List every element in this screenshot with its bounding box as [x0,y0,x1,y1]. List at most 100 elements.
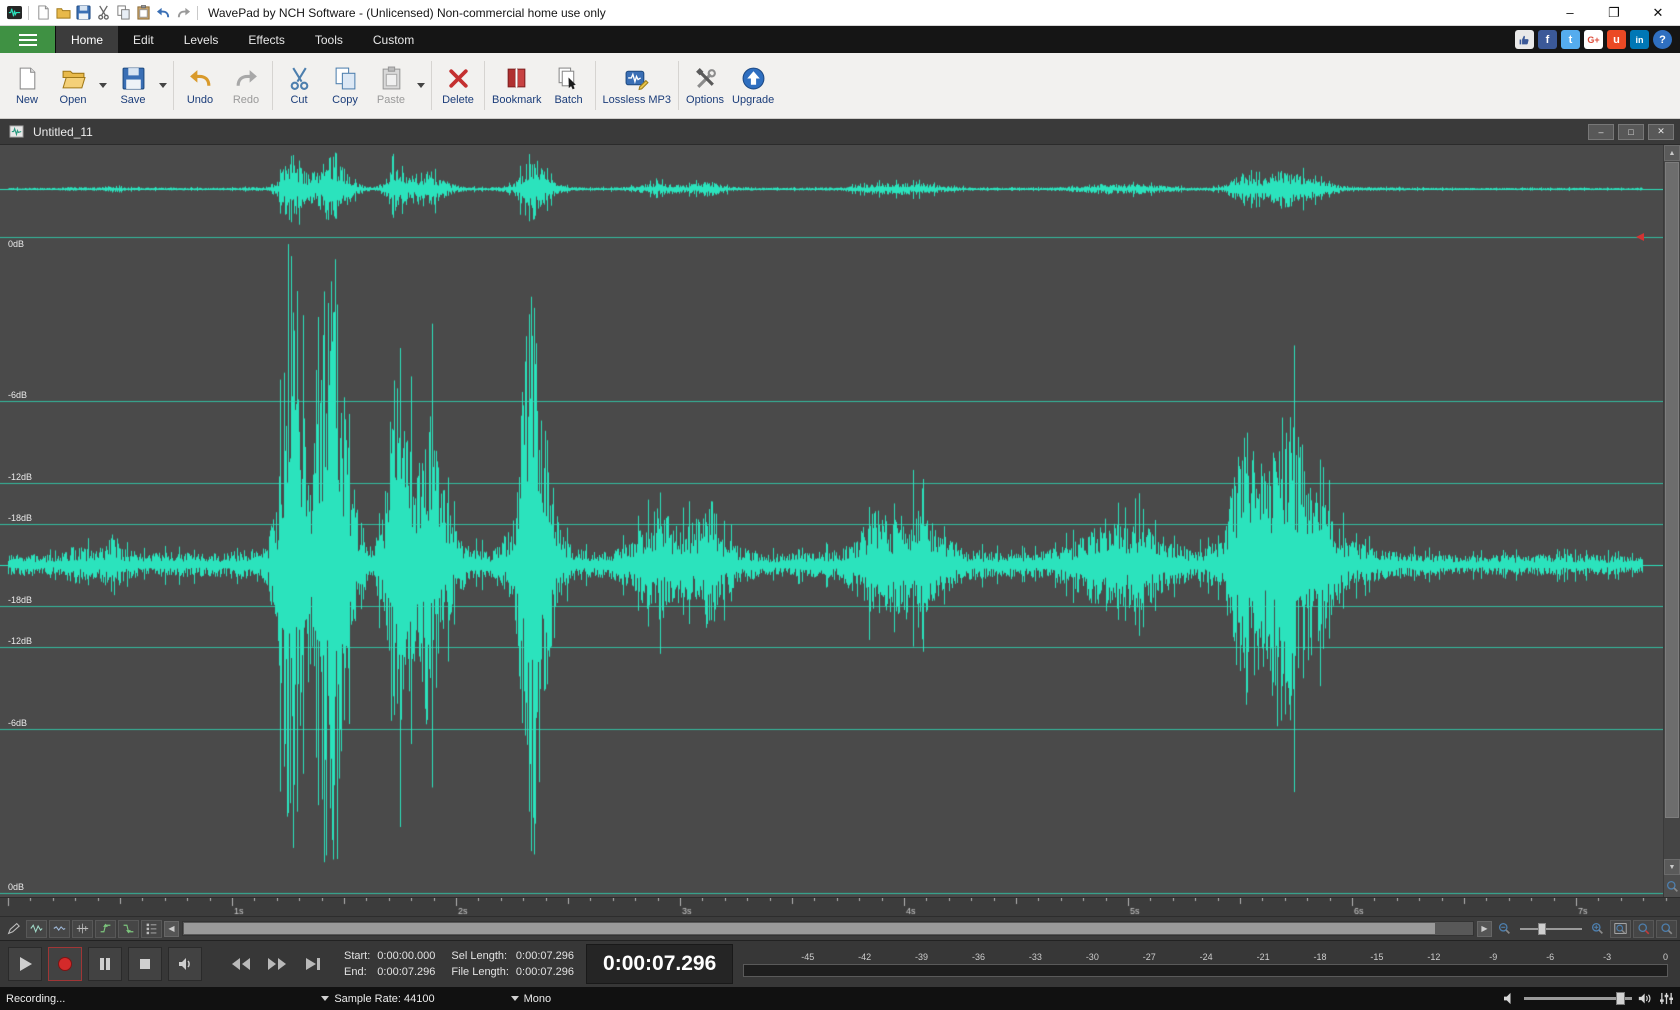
play-button[interactable] [8,947,42,981]
overview-waveform-canvas[interactable] [0,145,1663,233]
quick-undo-icon[interactable] [153,3,173,23]
volume-low-icon[interactable] [1503,992,1518,1005]
snap-down-button[interactable] [118,920,139,938]
rewind-button[interactable] [226,951,256,977]
quick-new-icon[interactable] [33,3,53,23]
horizontal-scrollbar[interactable] [182,921,1474,936]
transport-bar: Start: 0:00:00.000 End: 0:00:07.296 Sel … [0,940,1680,987]
channels-dropdown-icon[interactable] [511,996,519,1001]
zoom-slider[interactable] [1520,922,1582,936]
go-to-end-button[interactable] [298,951,328,977]
zoom-out-button[interactable] [1494,920,1515,938]
zoom-window-button[interactable] [1610,920,1631,938]
quick-save-icon[interactable] [73,3,93,23]
window-minimize-button[interactable]: – [1548,0,1592,26]
channels-value[interactable]: Mono [524,993,552,1005]
open-button[interactable]: Open [50,55,96,116]
doc-close-button[interactable]: ✕ [1648,124,1674,140]
tab-home[interactable]: Home [56,26,118,53]
volume-slider[interactable] [1524,997,1632,1000]
vertical-scroll-track[interactable] [1664,161,1680,859]
time-ruler[interactable] [0,897,1680,916]
save-button[interactable]: Save [110,55,156,116]
channels-selector[interactable]: Mono [511,993,552,1005]
batch-label: Batch [554,94,582,106]
sample-rate-dropdown-icon[interactable] [321,996,329,1001]
window-close-button[interactable]: ✕ [1636,0,1680,26]
twitter-icon[interactable]: t [1561,30,1580,49]
zoom-selection-button[interactable] [1633,920,1654,938]
wave-display-mode-1-button[interactable] [26,920,47,938]
quick-copy-icon[interactable] [113,3,133,23]
monitor-button[interactable] [168,947,202,981]
open-dropdown[interactable] [96,55,110,116]
help-icon[interactable]: ? [1653,30,1672,49]
record-button[interactable] [48,947,82,981]
undo-button[interactable]: Undo [177,55,223,116]
linkedin-icon[interactable]: in [1630,30,1649,49]
fast-forward-button[interactable] [262,951,292,977]
quick-cut-icon[interactable] [93,3,113,23]
wave-display-mode-3-button[interactable] [72,920,93,938]
zoom-slider-thumb[interactable] [1538,923,1546,935]
volume-high-icon[interactable] [1638,992,1653,1005]
time-ruler-canvas[interactable] [0,898,1680,916]
vertical-zoom-button[interactable] [1664,875,1680,897]
scroll-up-button[interactable]: ▲ [1664,145,1680,161]
doc-maximize-button[interactable]: □ [1618,124,1644,140]
zoom-slider-track[interactable] [1520,928,1582,930]
sample-rate-selector[interactable]: Sample Rate: 44100 [321,993,434,1005]
volume-slider-thumb[interactable] [1616,992,1625,1005]
stumbleupon-icon[interactable]: u [1607,30,1626,49]
tab-edit[interactable]: Edit [118,26,169,53]
tab-tools[interactable]: Tools [300,26,358,53]
overview-strip[interactable] [0,145,1663,233]
options-button[interactable]: Options [682,55,728,116]
cut-button[interactable]: Cut [276,55,322,116]
vertical-scrollbar[interactable]: ▲ ▼ [1663,145,1680,897]
lossless-mp3-button[interactable]: Lossless MP3 [599,55,675,116]
stop-button[interactable] [128,947,162,981]
scroll-left-button[interactable]: ◀ [164,921,179,937]
facebook-icon[interactable]: f [1538,30,1557,49]
quick-redo-icon[interactable] [173,3,193,23]
scroll-down-button[interactable]: ▼ [1664,859,1680,875]
sample-rate-value[interactable]: Sample Rate: 44100 [334,993,434,1005]
snap-up-button[interactable] [95,920,116,938]
zoom-full-button[interactable] [1656,920,1677,938]
wave-display-mode-2-button[interactable] [49,920,70,938]
tab-custom[interactable]: Custom [358,26,429,53]
new-button[interactable]: New [4,55,50,116]
mixer-icon[interactable] [1659,992,1674,1005]
tab-levels[interactable]: Levels [169,26,234,53]
draw-tool-button[interactable] [3,920,24,938]
region-list-button[interactable] [141,920,162,938]
batch-button[interactable]: Batch [546,55,592,116]
paste-button[interactable]: Paste [368,55,414,116]
redo-button[interactable]: Redo [223,55,269,116]
fast-forward-icon [267,957,287,971]
main-waveform-view[interactable]: 0dB0dB-6dB-6dB-12dB-12dB-18dB-18dB [0,233,1663,897]
pause-button[interactable] [88,947,122,981]
zoom-in-button[interactable] [1587,920,1608,938]
vertical-scroll-thumb[interactable] [1665,162,1679,818]
toolbar-separator [431,61,432,110]
save-dropdown[interactable] [156,55,170,116]
horizontal-scroll-thumb[interactable] [184,923,1435,934]
main-menu-button[interactable] [0,26,56,53]
delete-button[interactable]: Delete [435,55,481,116]
amplitude-marker[interactable] [1636,233,1644,241]
main-waveform-canvas[interactable] [0,233,1663,897]
google-plus-icon[interactable]: G+ [1584,30,1603,49]
upgrade-button[interactable]: Upgrade [728,55,778,116]
paste-dropdown[interactable] [414,55,428,116]
window-maximize-button[interactable]: ❐ [1592,0,1636,26]
bookmark-button[interactable]: Bookmark [488,55,546,116]
quick-open-icon[interactable] [53,3,73,23]
quick-paste-icon[interactable] [133,3,153,23]
like-icon[interactable] [1515,30,1534,49]
tab-effects[interactable]: Effects [233,26,299,53]
copy-button[interactable]: Copy [322,55,368,116]
doc-minimize-button[interactable]: – [1588,124,1614,140]
scroll-right-button[interactable]: ▶ [1477,921,1492,937]
